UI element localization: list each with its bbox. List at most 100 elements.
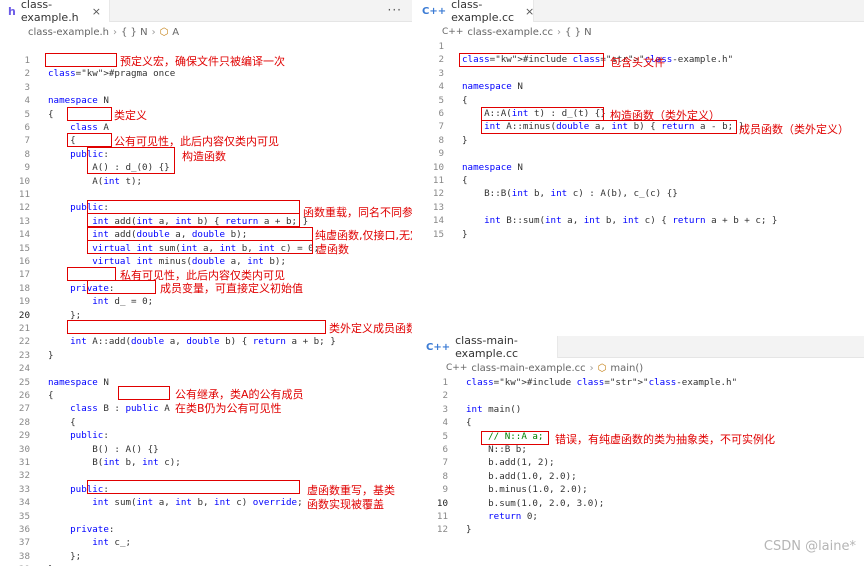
code-line[interactable]: { [48, 134, 76, 147]
code-line[interactable]: }; [48, 550, 81, 563]
line-number: 20 [18, 309, 30, 321]
code-line[interactable]: return 0; [466, 510, 538, 523]
line-number: 37 [18, 537, 30, 549]
close-icon[interactable]: × [525, 5, 534, 18]
line-number: 27 [18, 403, 30, 415]
breadcrumb-namespace[interactable]: { } N [121, 27, 148, 38]
code-line[interactable]: B::B(int b, int c) : A(b), c_(c) {} [462, 187, 678, 200]
line-number: 6 [442, 444, 448, 455]
code-line[interactable]: public: [48, 483, 109, 496]
code-line[interactable]: B(int b, int c); [48, 456, 181, 469]
code-line[interactable]: public: [48, 201, 109, 214]
line-number: 18 [18, 282, 30, 294]
breadcrumb-namespace[interactable]: { } N [565, 27, 592, 38]
code-line[interactable]: int c_; [48, 536, 131, 549]
code-line[interactable]: b.add(1.0, 2.0); [466, 470, 577, 483]
tab-class-main-example-cc[interactable]: C++ class-main-example.cc [418, 336, 558, 360]
code-line[interactable]: namespace N [48, 94, 109, 107]
line-number: 15 [432, 228, 444, 240]
code-line[interactable]: B() : A() {} [48, 443, 158, 456]
line-number: 8 [24, 148, 30, 160]
more-actions-icon[interactable]: ··· [388, 3, 402, 17]
breadcrumb-class[interactable]: A [172, 27, 179, 38]
code-area[interactable]: 1 class="kw">#include class="str">"class-… [418, 376, 864, 566]
breadcrumb-file[interactable]: class-example.cc [467, 27, 553, 38]
code-line[interactable]: A::A(int t) : d_(t) {} [462, 107, 606, 120]
code-line[interactable]: namespace N [462, 161, 523, 174]
close-icon[interactable]: × [92, 5, 101, 18]
code-line[interactable]: int add(double a, double b); [48, 228, 247, 241]
code-line[interactable]: private: [48, 282, 114, 295]
code-line[interactable]: { [462, 174, 468, 187]
code-line[interactable]: public: [48, 148, 109, 161]
code-line[interactable]: b.add(1, 2); [466, 456, 554, 469]
code-line[interactable]: { [48, 108, 54, 121]
code-line[interactable]: class="kw">#include class="str">"class-e… [462, 53, 733, 66]
annotation-member-out: 成员函数（类外定义） [739, 123, 849, 136]
watermark: CSDN @laine* [763, 539, 856, 554]
line-number: 10 [436, 497, 448, 509]
line-number: 2 [442, 390, 448, 402]
line-number: 36 [18, 524, 30, 535]
code-line[interactable]: } [48, 349, 54, 362]
line-number: 33 [18, 483, 30, 495]
code-line[interactable]: A() : d_(0) {} [48, 161, 169, 174]
line-number: 11 [436, 511, 448, 522]
breadcrumb-file[interactable]: class-example.h [28, 27, 109, 38]
code-area[interactable]: 1 2 class="kw">#include class="str">"class… [414, 40, 864, 330]
line-number: 12 [436, 524, 448, 536]
header-file-icon: h [8, 4, 16, 18]
line-number: 19 [18, 296, 30, 308]
code-line[interactable]: { [48, 389, 54, 402]
code-line[interactable]: namespace N [48, 376, 109, 389]
code-line[interactable]: }; [48, 309, 81, 322]
tab-label: class-main-example.cc [455, 336, 519, 360]
tab-class-example-cc[interactable]: C++ class-example.cc × [414, 0, 534, 24]
code-line[interactable]: int main() [466, 403, 521, 416]
tab-class-example-h[interactable]: h class-example.h × [0, 0, 110, 24]
code-line[interactable]: int add(int a, int b) { return a + b; } [48, 215, 308, 228]
line-number: 1 [438, 41, 444, 52]
line-number: 14 [18, 229, 30, 241]
code-line[interactable]: class="kw">#pragma once [48, 67, 175, 80]
breadcrumb-function[interactable]: main() [610, 363, 643, 374]
code-line[interactable]: int d_ = 0; [48, 295, 153, 308]
chevron-right-icon: › [113, 26, 117, 38]
code-line[interactable]: A(int t); [48, 175, 142, 188]
code-line[interactable]: int A::add(double a, double b) { return … [48, 335, 336, 348]
line-number: 3 [24, 81, 30, 93]
code-line[interactable]: } [462, 134, 468, 147]
code-line[interactable]: { [462, 94, 468, 107]
line-number: 5 [24, 108, 30, 120]
code-line[interactable]: public: [48, 429, 109, 442]
code-line[interactable]: b.minus(1.0, 2.0); [466, 483, 588, 496]
code-line[interactable]: // N::A a; [466, 430, 543, 443]
line-number: 12 [432, 188, 444, 200]
code-line[interactable]: class A [48, 121, 109, 134]
code-line[interactable]: virtual int sum(int a, int b, int c) = 0… [48, 242, 319, 255]
breadcrumb: class-example.h › { } N › ⬡ A [0, 23, 412, 41]
tab-bar: h class-example.h × ··· [0, 0, 412, 24]
annotation-outside-def: 类外定义成员函数 [329, 322, 412, 335]
line-number: 30 [18, 443, 30, 455]
line-number: 1 [442, 377, 448, 388]
line-number: 10 [18, 175, 30, 187]
code-line[interactable]: private: [48, 523, 114, 536]
line-number: 34 [18, 497, 30, 509]
code-line[interactable]: int B::sum(int a, int b, int c) { return… [462, 214, 777, 227]
code-line[interactable]: b.sum(1.0, 2.0, 3.0); [466, 497, 604, 510]
code-line[interactable]: namespace N [462, 80, 523, 93]
line-number: 32 [18, 470, 30, 482]
code-line[interactable]: } [462, 228, 468, 241]
editor-panel-source: C++ class-example.cc × C++ class-example… [414, 0, 864, 330]
code-line[interactable]: N::B b; [466, 443, 527, 456]
breadcrumb-file[interactable]: class-main-example.cc [471, 363, 585, 374]
code-line[interactable]: { [48, 416, 76, 429]
code-line[interactable]: } [466, 523, 472, 536]
code-line[interactable]: { [466, 416, 472, 429]
line-number: 26 [18, 390, 30, 401]
code-line[interactable]: class B : public A [48, 402, 170, 415]
tab-label: class-example.cc [451, 0, 515, 24]
code-line[interactable]: int sum(int a, int b, int c) override; [48, 496, 302, 509]
code-line[interactable]: class="kw">#include class="str">"class-e… [466, 376, 737, 389]
